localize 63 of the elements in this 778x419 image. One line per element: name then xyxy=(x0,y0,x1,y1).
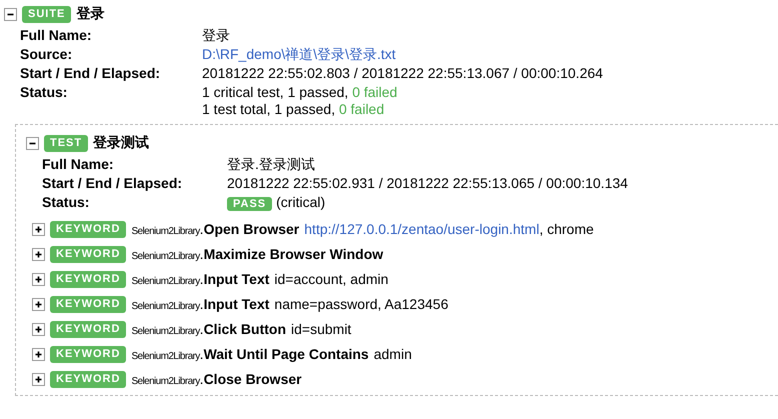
expand-toggle[interactable] xyxy=(32,248,45,260)
meta-label: Full Name: xyxy=(20,27,93,44)
expand-toggle[interactable] xyxy=(32,298,45,310)
keyword-name: Click Button xyxy=(204,321,286,337)
dot-separator: . xyxy=(200,296,204,312)
expand-toggle[interactable] xyxy=(32,272,45,286)
meta-value: 20181222 22:55:02.931 / 20181222 22:55:13.065 / 00:00:10.134 xyxy=(227,175,629,192)
library-name: Selenium2Library xyxy=(131,226,200,237)
meta-value: 20181222 22:55:02.803 / 20181222 22:55:13.067 / 00:00:10.264 xyxy=(202,65,604,82)
test-name: 登录测试 xyxy=(93,134,150,152)
keyword-name: Close Browser xyxy=(204,371,302,387)
keyword-arguments: , chrome xyxy=(539,221,594,237)
library-name: Selenium2Library xyxy=(131,326,200,337)
meta-value: 登录.登录测试 xyxy=(227,156,316,173)
dot-separator: . xyxy=(200,221,204,237)
critical-label: (critical) xyxy=(276,194,326,210)
library-name: Selenium2Library xyxy=(131,376,200,387)
library-name: Selenium2Library xyxy=(131,351,200,362)
expand-toggle[interactable] xyxy=(32,372,45,386)
library-name: Selenium2Library xyxy=(131,301,200,312)
keyword-arguments: id=account, admin xyxy=(274,271,388,287)
collapse-toggle[interactable] xyxy=(4,8,17,20)
keyword-name: Input Text xyxy=(204,271,270,287)
meta-label: Status: xyxy=(20,84,68,102)
suite-name: 登录 xyxy=(76,5,104,23)
library-name: Selenium2Library xyxy=(131,276,200,287)
source-link[interactable]: D:\RF_demo\禅道\登录\登录.txt xyxy=(202,46,778,63)
keyword-badge: KEYWORD xyxy=(50,246,126,262)
meta-label: Start / End / Elapsed: xyxy=(42,175,184,192)
dot-separator: . xyxy=(200,246,204,262)
expand-toggle[interactable] xyxy=(32,322,45,336)
meta-label: Source: xyxy=(20,46,74,63)
keyword-name: Wait Until Page Contains xyxy=(204,346,369,362)
status-summary: 1 critical test, 1 passed, 0 failed xyxy=(202,84,398,101)
pass-badge: PASS xyxy=(227,197,272,211)
dot-separator: . xyxy=(200,371,204,387)
dot-separator: . xyxy=(200,321,204,337)
library-name: Selenium2Library xyxy=(131,251,200,262)
keyword-badge: KEYWORD xyxy=(50,370,126,388)
keyword-arguments: admin xyxy=(374,346,412,362)
expand-toggle[interactable] xyxy=(32,222,45,236)
meta-label: Full Name: xyxy=(42,156,115,173)
keyword-badge: KEYWORD xyxy=(50,320,126,338)
test-badge: TEST xyxy=(44,134,88,152)
keyword-arguments: name=password, Aa123456 xyxy=(274,296,448,312)
keyword-badge: KEYWORD xyxy=(50,296,126,312)
keyword-name: Maximize Browser Window xyxy=(204,246,384,262)
dot-separator: . xyxy=(200,271,204,287)
dot-separator: . xyxy=(200,346,204,362)
keyword-arguments: id=submit xyxy=(291,321,352,337)
suite-badge: SUITE xyxy=(22,6,72,22)
keyword-badge: KEYWORD xyxy=(50,270,126,288)
expand-toggle[interactable] xyxy=(32,348,45,360)
url-link[interactable]: http://127.0.0.1/zentao/user-login.html xyxy=(304,221,540,237)
meta-label: Start / End / Elapsed: xyxy=(20,65,162,82)
meta-value: 登录 xyxy=(202,27,231,44)
collapse-toggle[interactable] xyxy=(26,136,39,150)
status-summary: 1 test total, 1 passed, 0 failed xyxy=(202,101,386,118)
meta-label: Status: xyxy=(42,194,90,212)
keyword-badge: KEYWORD xyxy=(50,346,126,362)
keyword-badge: KEYWORD xyxy=(50,220,126,238)
keyword-name: Input Text xyxy=(204,296,270,312)
keyword-name: Open Browser xyxy=(204,221,300,237)
